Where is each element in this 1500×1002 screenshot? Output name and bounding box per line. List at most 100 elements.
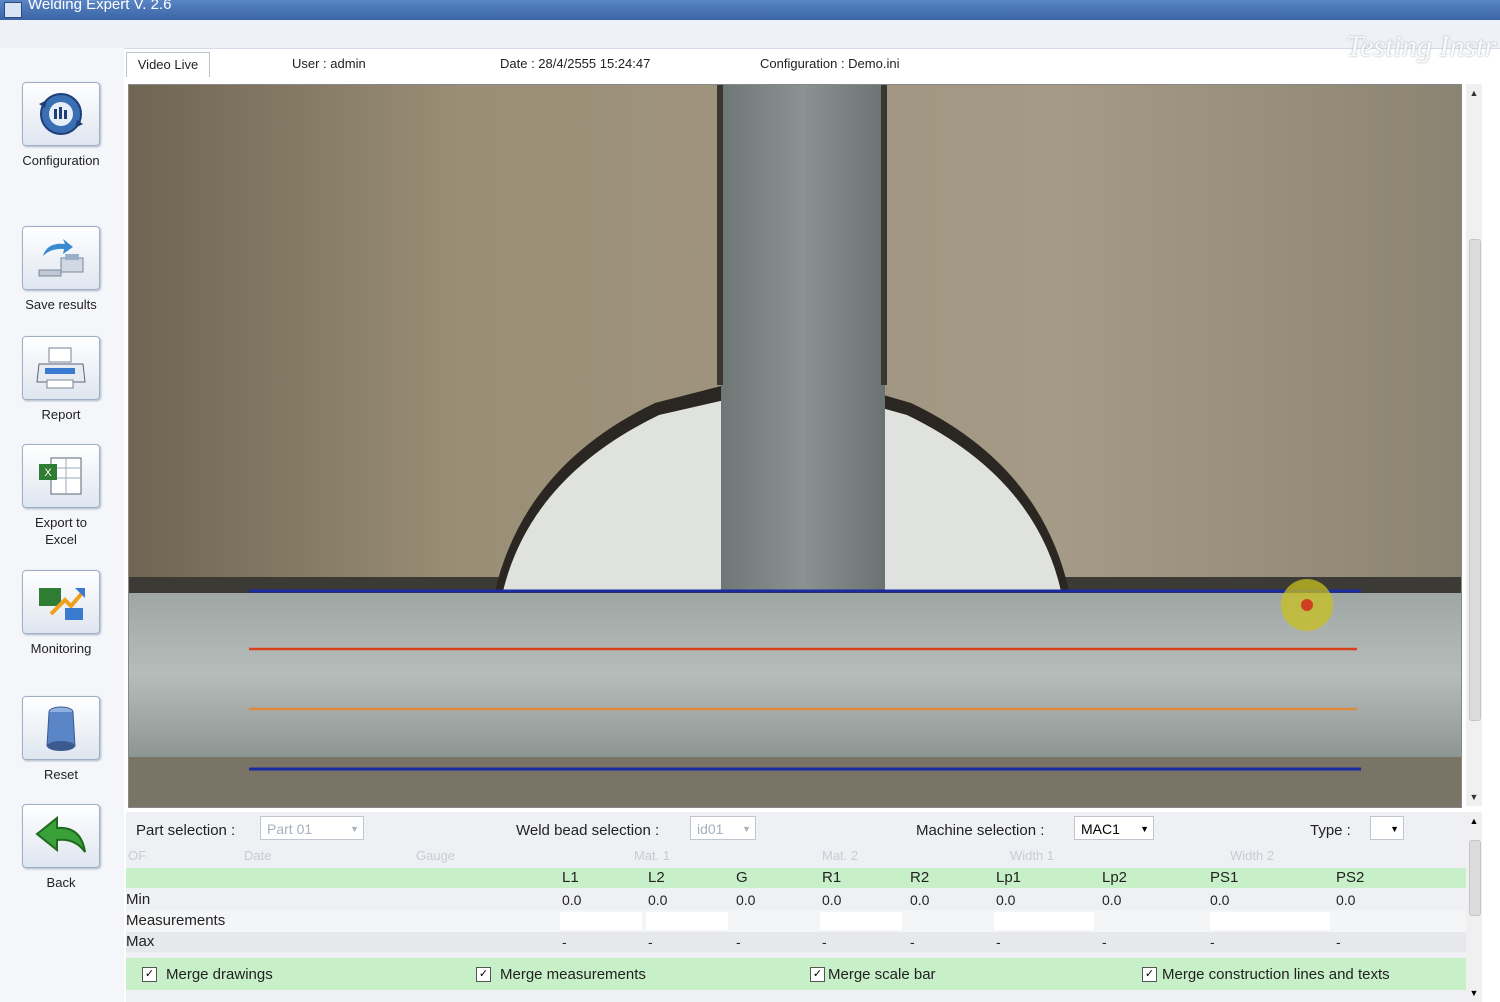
min-r1: 0.0 <box>822 892 842 908</box>
row-label-min: Min <box>126 891 151 908</box>
merge-construction-lines-label: Merge construction lines and texts <box>1162 966 1390 983</box>
sidebar-export-label-line2: Excel <box>45 532 77 547</box>
sidebar-reset-button[interactable]: Reset <box>20 696 102 783</box>
top-strip <box>0 20 1500 49</box>
sidebar-monitoring-button[interactable]: Monitoring <box>20 570 102 657</box>
sidebar: Configuration Save results Report X Expo… <box>0 48 124 1002</box>
merge-options: ✓ Merge drawings ✓ Merge measurements ✓ … <box>126 958 1466 990</box>
sidebar-export-excel-label: Export to Excel <box>20 514 102 548</box>
weld-bead-selection-value: id01 <box>697 821 724 837</box>
chevron-down-icon: ▼ <box>1390 824 1399 834</box>
merge-drawings-checkbox[interactable]: ✓ <box>142 967 157 982</box>
sidebar-monitoring-label: Monitoring <box>30 641 92 656</box>
weld-bead-selection-dropdown[interactable]: id01 ▼ <box>690 816 756 840</box>
excel-icon: X <box>22 444 100 508</box>
svg-text:X: X <box>44 467 52 479</box>
info-header: Video Live User : admin Date : 28/4/2555… <box>126 52 1466 78</box>
user-info: User : admin <box>292 56 366 71</box>
results-scrollbar[interactable]: ▲ ▼ <box>1466 812 1482 1002</box>
machine-selection-dropdown[interactable]: MAC1 ▼ <box>1074 816 1154 840</box>
sidebar-export-label-line1: Export to <box>34 515 88 530</box>
title-bar: Welding Expert V. 2.6 <box>0 0 1500 20</box>
merge-scale-bar-checkbox[interactable]: ✓ <box>810 967 825 982</box>
row-label-max: Max <box>126 933 155 950</box>
max-row <box>126 932 1466 952</box>
max-lp1: - <box>996 934 1001 950</box>
type-label: Type : <box>1310 822 1351 839</box>
video-live-view[interactable] <box>128 84 1462 808</box>
results-panel: Part selection : Part 01 ▼ Weld bead sel… <box>126 812 1466 1002</box>
save-results-icon <box>22 226 100 290</box>
scrollbar-thumb[interactable] <box>1469 239 1481 721</box>
tab-video-live[interactable]: Video Live <box>126 52 210 77</box>
column-header-l1: L1 <box>562 869 579 886</box>
scroll-up-icon[interactable]: ▲ <box>1466 816 1482 826</box>
bottom-plate <box>129 591 1461 757</box>
vertical-web <box>721 85 885 591</box>
sidebar-export-excel-button[interactable]: X Export to Excel <box>20 444 102 548</box>
video-scrollbar[interactable]: ▲ ▼ <box>1466 84 1482 806</box>
max-ps1: - <box>1210 934 1215 950</box>
sidebar-reset-label: Reset <box>44 767 78 782</box>
sidebar-save-results-button[interactable]: Save results <box>20 226 102 313</box>
back-arrow-icon <box>22 804 100 868</box>
row-label-measurements: Measurements <box>126 912 226 929</box>
column-header-lp2: Lp2 <box>1102 869 1128 886</box>
min-lp2: 0.0 <box>1102 892 1122 908</box>
scroll-down-icon[interactable]: ▼ <box>1466 792 1482 802</box>
ghost-header-width1: Width 1 <box>1010 848 1055 863</box>
ghost-header-mat1: Mat. 1 <box>634 848 671 863</box>
scroll-up-icon[interactable]: ▲ <box>1466 88 1482 98</box>
measurement-r1[interactable] <box>820 912 902 930</box>
merge-measurements-label: Merge measurements <box>500 966 646 983</box>
type-dropdown[interactable]: ▼ <box>1370 816 1404 840</box>
scroll-down-icon[interactable]: ▼ <box>1466 988 1482 998</box>
monitoring-icon <box>22 570 100 634</box>
ghost-header-gauge: Gauge <box>416 848 456 863</box>
sidebar-report-button[interactable]: Report <box>20 336 102 423</box>
column-header-r1: R1 <box>822 869 842 886</box>
merge-construction-lines-checkbox[interactable]: ✓ <box>1142 967 1157 982</box>
min-r2: 0.0 <box>910 892 930 908</box>
table-header-row <box>126 868 1466 888</box>
results-scrollbar-thumb[interactable] <box>1469 840 1481 916</box>
measurement-l2[interactable] <box>646 912 728 930</box>
sidebar-back-button[interactable]: Back <box>20 804 102 891</box>
part-selection-label: Part selection : <box>136 822 236 839</box>
chevron-down-icon: ▼ <box>350 824 359 834</box>
ghost-header-width2: Width 2 <box>1230 848 1275 863</box>
column-header-g: G <box>736 869 748 886</box>
column-header-l2: L2 <box>648 869 665 886</box>
app-icon <box>4 2 22 18</box>
column-header-ps1: PS1 <box>1210 869 1239 886</box>
min-lp1: 0.0 <box>996 892 1016 908</box>
min-ps2: 0.0 <box>1336 892 1356 908</box>
measurement-ps1[interactable] <box>1210 912 1330 930</box>
min-l2: 0.0 <box>648 892 668 908</box>
part-selection-value: Part 01 <box>267 821 313 837</box>
column-header-ps2: PS2 <box>1336 869 1365 886</box>
sidebar-configuration-label: Configuration <box>22 153 100 168</box>
sidebar-configuration-button[interactable]: Configuration <box>20 82 102 169</box>
chevron-down-icon: ▼ <box>1140 824 1149 834</box>
configuration-info: Configuration : Demo.ini <box>760 56 900 71</box>
min-l1: 0.0 <box>562 892 582 908</box>
bottom-edge <box>129 757 1461 807</box>
machine-selection-value: MAC1 <box>1081 821 1120 837</box>
merge-measurements-checkbox[interactable]: ✓ <box>476 967 491 982</box>
max-l1: - <box>562 934 567 950</box>
part-selection-dropdown[interactable]: Part 01 ▼ <box>260 816 364 840</box>
max-l2: - <box>648 934 653 950</box>
reset-cylinder-icon <box>22 696 100 760</box>
merge-scale-bar-label: Merge scale bar <box>828 966 936 983</box>
window-title: Welding Expert V. 2.6 <box>28 0 172 13</box>
measurement-l1[interactable] <box>560 912 642 930</box>
min-ps1: 0.0 <box>1210 892 1230 908</box>
column-header-lp1: Lp1 <box>996 869 1022 886</box>
sidebar-report-label: Report <box>41 407 81 422</box>
ghost-header-of: OF <box>128 848 147 863</box>
max-lp2: - <box>1102 934 1107 950</box>
measurement-lp1[interactable] <box>994 912 1094 930</box>
configuration-icon <box>22 82 100 146</box>
max-r1: - <box>822 934 827 950</box>
